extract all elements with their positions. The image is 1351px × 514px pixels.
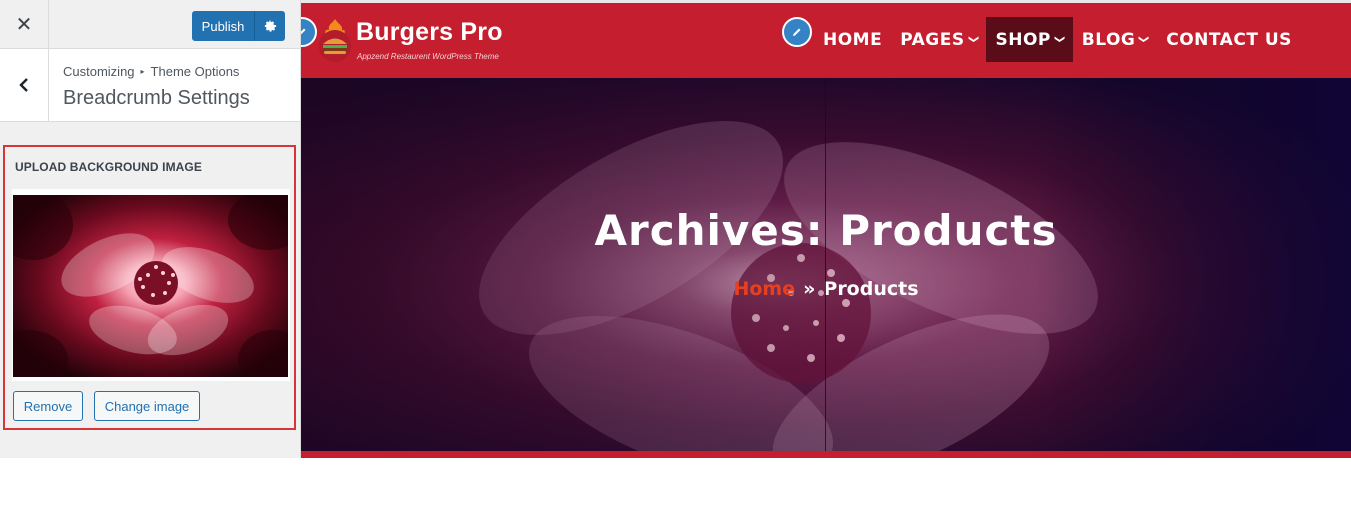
site-header: Burgers Pro Appzend Restaurent WordPress… <box>301 0 1351 78</box>
edit-logo-pencil-button[interactable] <box>301 17 317 47</box>
section-header: Customizing ▸ Theme Options Breadcrumb S… <box>0 49 300 122</box>
background-image-thumbnail[interactable] <box>13 195 288 377</box>
breadcrumb-item: Customizing <box>63 64 135 79</box>
gear-icon <box>264 20 276 32</box>
edit-menu-pencil-button[interactable] <box>782 17 812 47</box>
upload-background-control: UPLOAD BACKGROUND IMAGE Remove Change im… <box>3 145 296 430</box>
breadcrumb-home-link[interactable]: Home <box>733 278 795 300</box>
close-customizer-button[interactable]: ✕ <box>0 0 49 49</box>
publish-button[interactable]: Publish <box>192 11 254 41</box>
nav-label: SHOP <box>995 29 1051 50</box>
preview-divider <box>825 78 826 451</box>
hero-bottom-bar <box>301 451 1351 458</box>
burger-logo-icon[interactable] <box>316 17 354 63</box>
primary-menu: HOME PAGES ❯ SHOP ❯ BLOG ❯ CONTACT US <box>814 17 1301 62</box>
nav-label: HOME <box>823 29 883 50</box>
customizer-sidebar: ✕ Publish Customizing ▸ Theme Options Br… <box>0 0 301 458</box>
breadcrumb-separator-icon: ▸ <box>140 67 145 76</box>
pencil-icon <box>793 28 801 36</box>
chevron-left-icon <box>19 78 28 92</box>
archive-title: Archives: Products <box>594 206 1058 255</box>
breadcrumb: Customizing ▸ Theme Options <box>63 64 239 79</box>
close-icon: ✕ <box>15 14 33 36</box>
nav-pages[interactable]: PAGES ❯ <box>891 17 986 62</box>
nav-contact-us[interactable]: CONTACT US <box>1157 17 1301 62</box>
pencil-icon <box>301 28 306 35</box>
nav-label: PAGES <box>900 29 965 50</box>
section-title: Breadcrumb Settings <box>63 87 250 109</box>
nav-label: BLOG <box>1081 29 1136 50</box>
control-label: UPLOAD BACKGROUND IMAGE <box>15 160 202 174</box>
nav-blog[interactable]: BLOG ❯ <box>1073 17 1157 62</box>
nav-home[interactable]: HOME <box>814 17 891 62</box>
site-tagline: Appzend Restaurent WordPress Theme <box>357 52 499 61</box>
breadcrumb-hero: Archives: Products Home » Products <box>301 78 1351 451</box>
breadcrumb-separator: » <box>803 278 816 300</box>
breadcrumb-item: Theme Options <box>150 64 240 79</box>
nav-label: CONTACT US <box>1166 29 1292 50</box>
site-preview: Burgers Pro Appzend Restaurent WordPress… <box>301 0 1351 458</box>
hero-breadcrumb: Home » Products <box>301 278 1351 300</box>
nav-shop[interactable]: SHOP ❯ <box>986 17 1073 62</box>
customizer-header: ✕ Publish <box>0 0 300 49</box>
remove-image-button[interactable]: Remove <box>13 391 83 421</box>
chevron-down-icon: ❯ <box>1138 35 1150 44</box>
chevron-down-icon: ❯ <box>1053 35 1065 44</box>
breadcrumb-current: Products <box>823 278 919 300</box>
publish-group: Publish <box>192 11 285 41</box>
change-image-button[interactable]: Change image <box>94 391 200 421</box>
hero-background-image <box>301 78 1351 451</box>
publish-settings-button[interactable] <box>254 11 285 41</box>
site-title[interactable]: Burgers Pro <box>356 18 503 47</box>
chevron-down-icon: ❯ <box>967 35 979 44</box>
back-button[interactable] <box>0 49 49 121</box>
